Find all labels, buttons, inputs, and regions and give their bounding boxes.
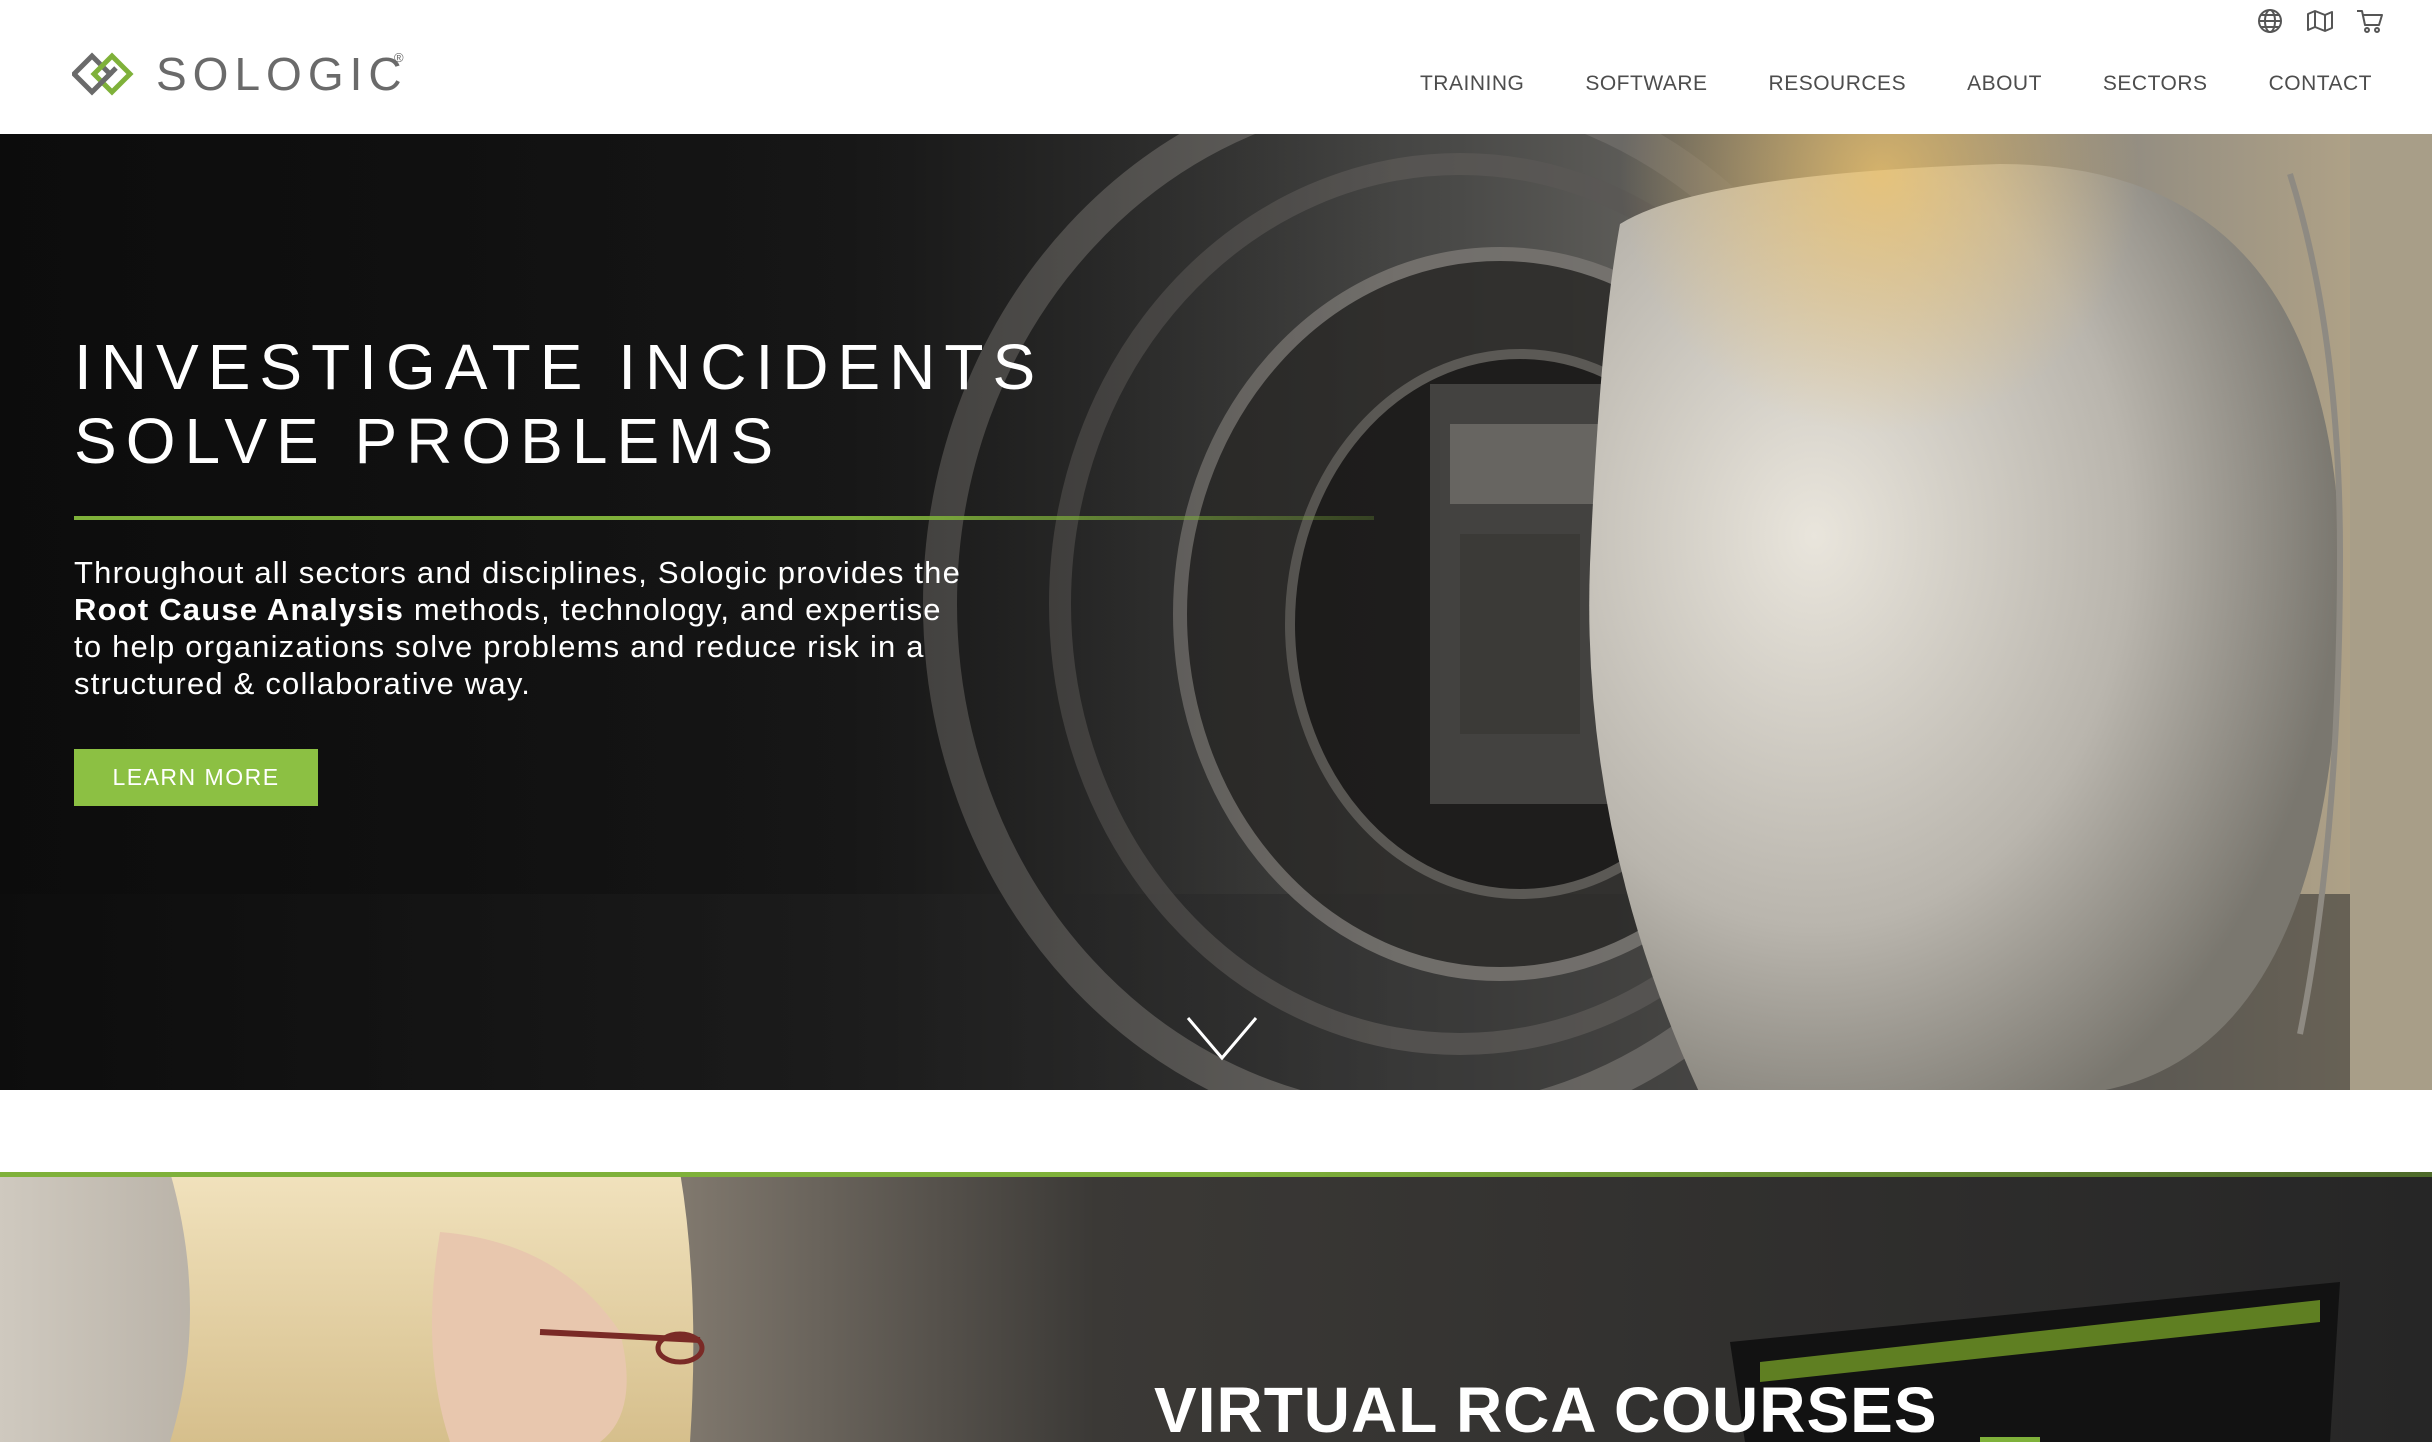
logo-wordmark: SOLOGIC — [156, 48, 408, 100]
map-icon[interactable] — [2302, 4, 2338, 38]
nav-software[interactable]: SOFTWARE — [1585, 72, 1707, 96]
registered-mark: ® — [394, 50, 404, 65]
main-nav: TRAINING SOFTWARE RESOURCES ABOUT SECTOR… — [1420, 72, 2372, 96]
utility-icons — [2252, 4, 2388, 38]
nav-contact[interactable]: CONTACT — [2269, 72, 2372, 96]
chevron-down-icon[interactable] — [1184, 1014, 1260, 1064]
nav-training[interactable]: TRAINING — [1420, 72, 1524, 96]
hero-section: INVESTIGATE INCIDENTS SOLVE PROBLEMS Thr… — [0, 134, 2432, 1090]
hero-title-line-2: SOLVE PROBLEMS — [74, 405, 783, 477]
hero-title-line-1: INVESTIGATE INCIDENTS — [74, 331, 1045, 403]
cart-icon[interactable] — [2352, 4, 2388, 38]
logo-mark-icon — [72, 52, 134, 96]
nav-sectors[interactable]: SECTORS — [2103, 72, 2208, 96]
hero-copy-before: Throughout all sectors and disciplines, … — [74, 555, 962, 590]
globe-icon[interactable] — [2252, 4, 2288, 38]
nav-about[interactable]: ABOUT — [1967, 72, 2042, 96]
hero-divider — [74, 516, 1374, 520]
virtual-courses-section: VIRTUAL RCA COURSES — [0, 1172, 2432, 1442]
hero-description: Throughout all sectors and disciplines, … — [74, 554, 974, 702]
section-divider — [0, 1172, 2432, 1177]
sologic-logo[interactable]: SOLOGIC ® — [72, 46, 408, 102]
courses-heading: VIRTUAL RCA COURSES — [1154, 1374, 1938, 1442]
nav-resources[interactable]: RESOURCES — [1769, 72, 1907, 96]
learn-more-button[interactable]: LEARN MORE — [74, 749, 318, 806]
hero-copy-highlight: Root Cause Analysis — [74, 592, 405, 627]
site-header: SOLOGIC ® TRAINING SOFTWARE RESOURCES AB… — [0, 0, 2432, 134]
hero-title: INVESTIGATE INCIDENTS SOLVE PROBLEMS — [74, 330, 1044, 478]
